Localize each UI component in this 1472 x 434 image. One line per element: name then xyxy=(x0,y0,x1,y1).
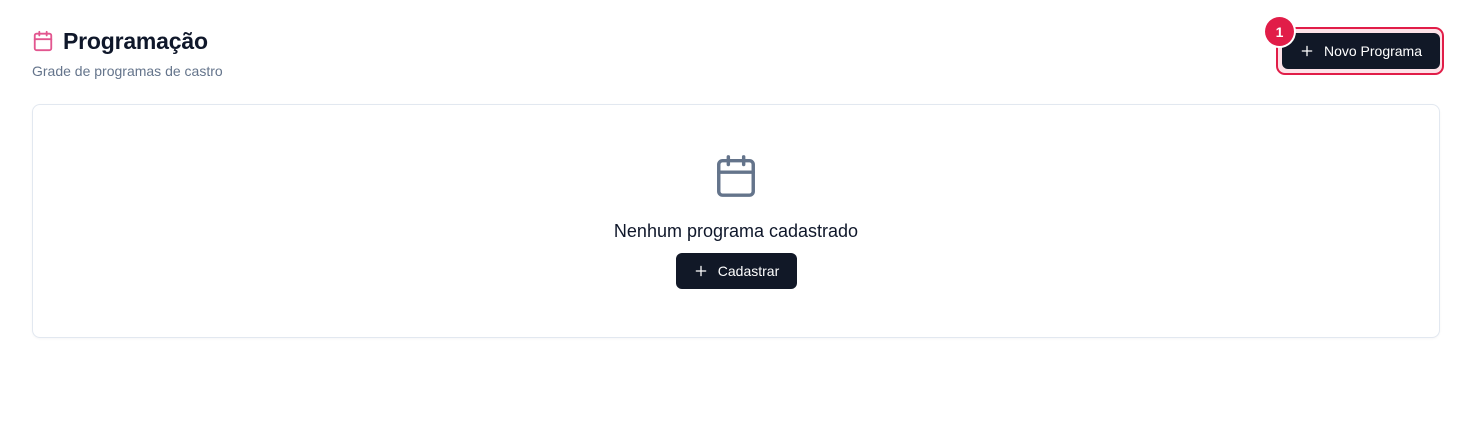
empty-state-message: Nenhum programa cadastrado xyxy=(613,221,859,241)
register-label: Cadastrar xyxy=(717,263,780,279)
page-header: Programação Grade de programas de castro xyxy=(32,26,223,80)
calendar-icon xyxy=(32,30,54,52)
plus-icon xyxy=(694,264,708,278)
new-program-button[interactable]: Novo Programa xyxy=(1282,33,1440,69)
page-subtitle: Grade de programas de castro xyxy=(32,63,223,79)
plus-icon xyxy=(1300,44,1314,58)
empty-state-card: Nenhum programa cadastrado Cadastrar xyxy=(32,104,1440,338)
register-button[interactable]: Cadastrar xyxy=(676,253,797,289)
new-program-label: Novo Programa xyxy=(1323,43,1423,59)
highlight-badge: 1 xyxy=(1265,17,1294,46)
calendar-icon xyxy=(713,153,759,199)
page: Programação Grade de programas de castro… xyxy=(0,0,1472,434)
title-row: Programação xyxy=(32,26,223,56)
page-title: Programação xyxy=(63,28,208,54)
